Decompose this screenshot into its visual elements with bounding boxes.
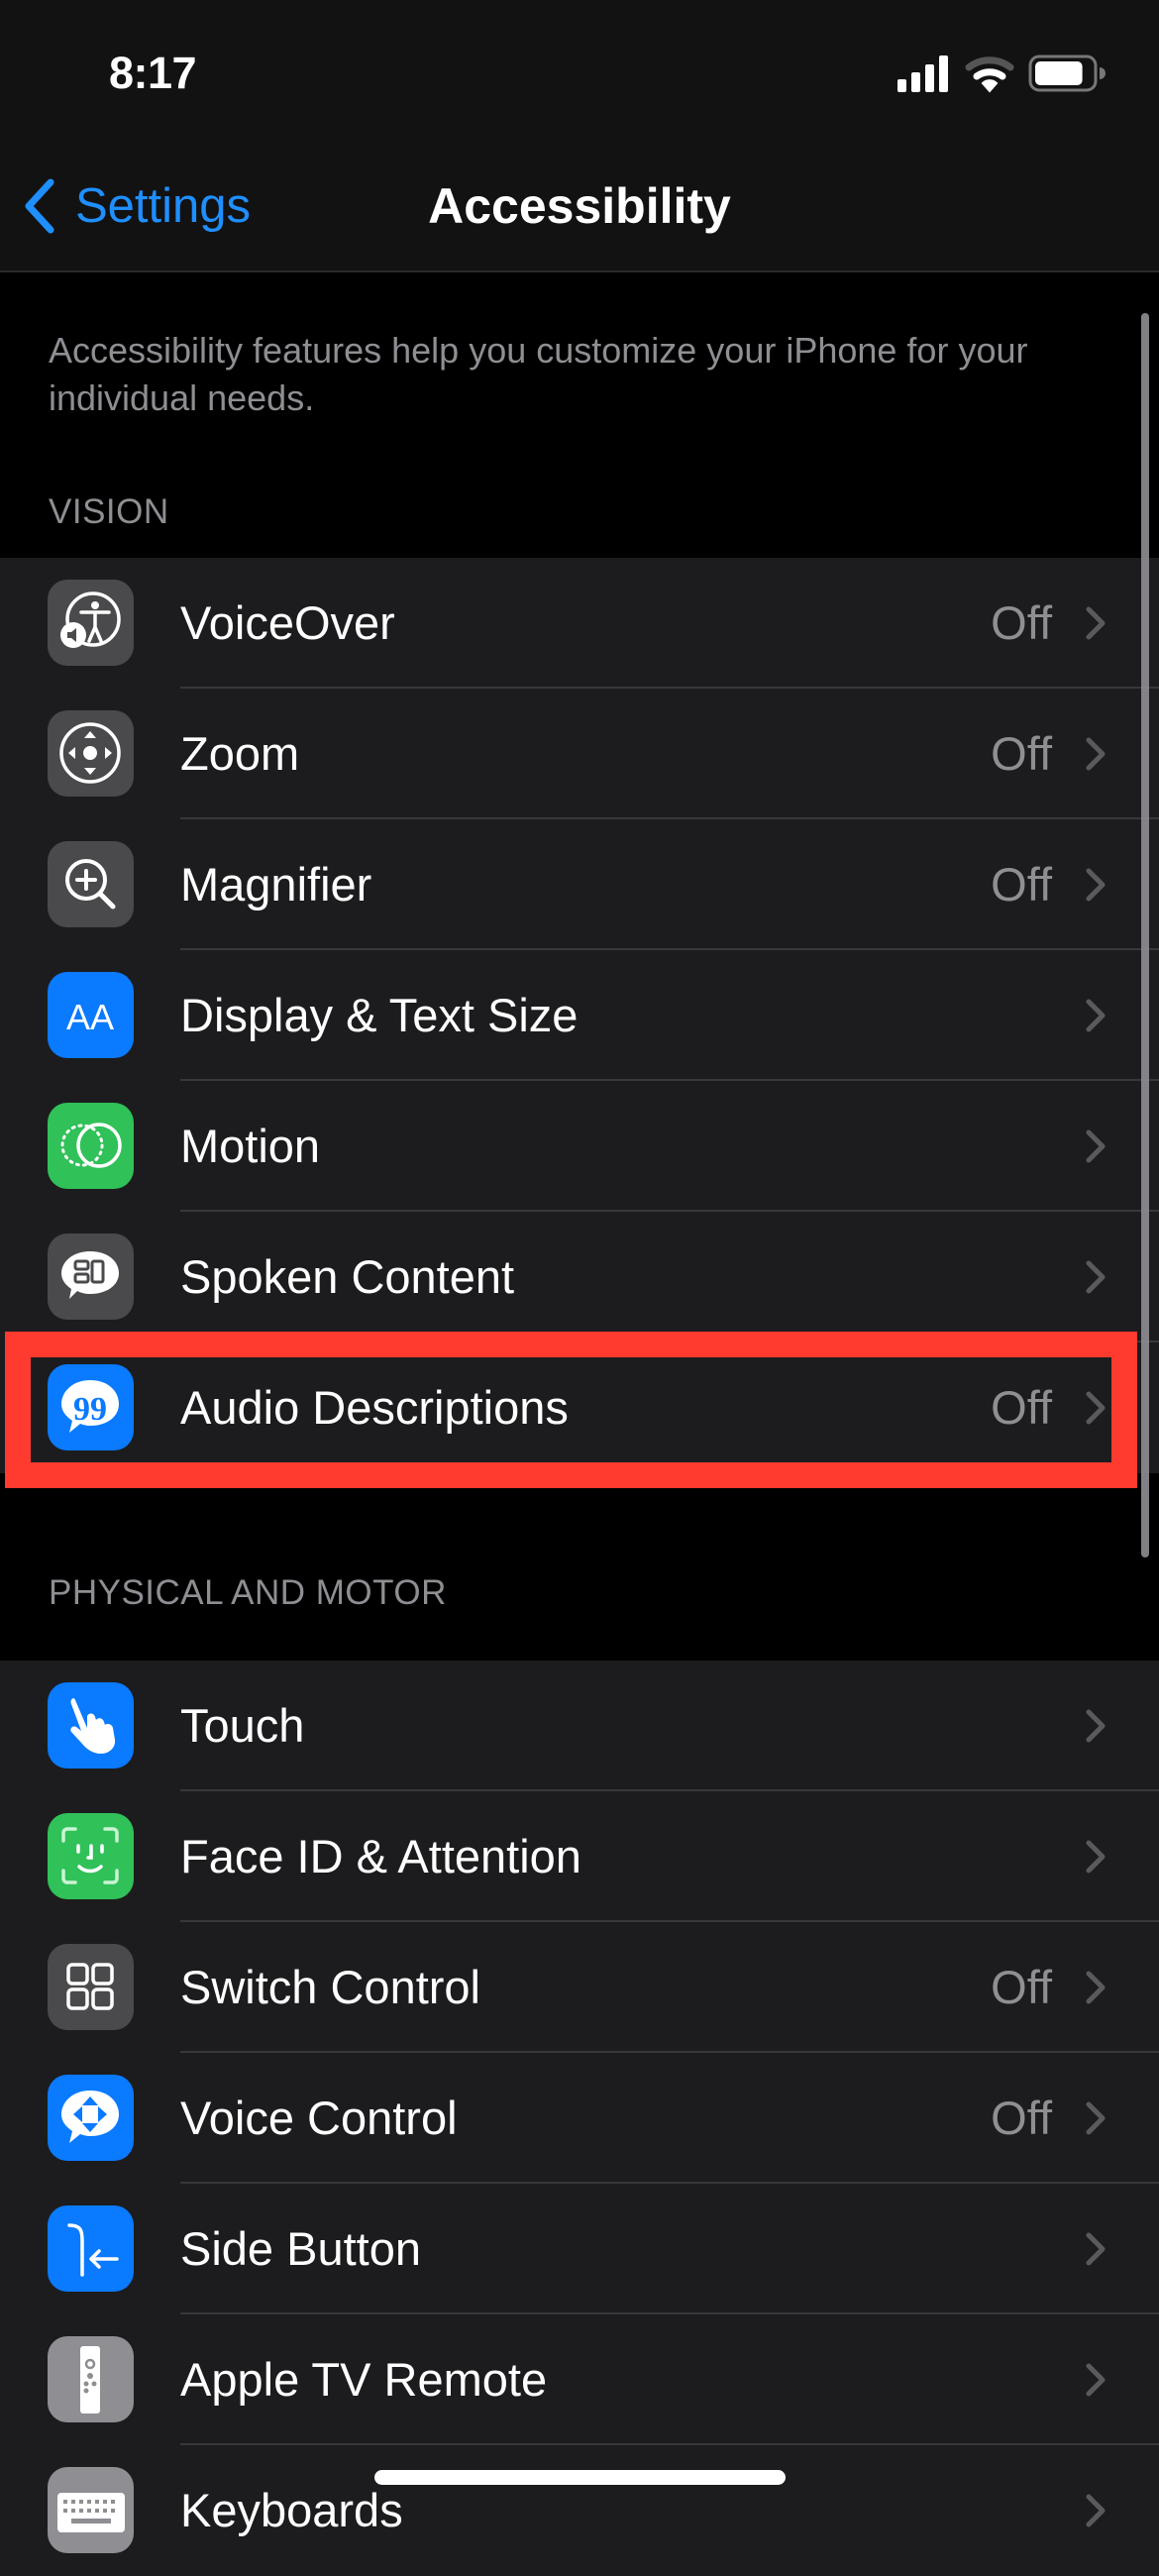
vision-settings-group: VoiceOver Off Zoom Off Magnifier Off AA Display… xyxy=(0,558,1159,1473)
spoken-content-icon xyxy=(48,1234,134,1320)
side-button-icon xyxy=(48,2205,134,2292)
settings-row-zoom[interactable]: Zoom Off xyxy=(0,689,1159,819)
status-icons xyxy=(897,54,1106,93)
motion-icon xyxy=(48,1103,134,1189)
face-id-icon xyxy=(48,1813,134,1899)
row-label: Audio Descriptions xyxy=(180,1381,569,1434)
row-label: Spoken Content xyxy=(180,1250,515,1303)
chevron-right-icon xyxy=(1086,999,1106,1032)
text-size-icon: AA xyxy=(48,972,134,1058)
settings-row-touch[interactable]: Touch xyxy=(0,1661,1159,1791)
row-label: Face ID & Attention xyxy=(180,1830,581,1882)
settings-row-display-and-text-size[interactable]: AA Display & Text Size xyxy=(0,950,1159,1081)
chevron-right-icon xyxy=(1086,2232,1106,2266)
physical-motor-settings-group: Touch Face ID & Attention Switch Control Of… xyxy=(0,1661,1159,2576)
row-label: Magnifier xyxy=(180,858,372,911)
keyboard-icon xyxy=(48,2467,134,2553)
row-label: Motion xyxy=(180,1120,321,1172)
row-value: Off xyxy=(991,727,1052,780)
row-label: VoiceOver xyxy=(180,596,395,649)
settings-row-voice-control[interactable]: Voice Control Off xyxy=(0,2053,1159,2184)
chevron-right-icon xyxy=(1086,737,1106,771)
audio-descriptions-icon: 99 xyxy=(48,1364,134,1450)
settings-row-spoken-content[interactable]: Spoken Content xyxy=(0,1212,1159,1342)
svg-text:99: 99 xyxy=(73,1391,107,1428)
chevron-right-icon xyxy=(1086,606,1106,640)
row-label: Zoom xyxy=(180,727,300,780)
svg-text:AA: AA xyxy=(66,997,114,1037)
settings-row-audio-descriptions[interactable]: 99 Audio Descriptions Off xyxy=(0,1342,1159,1473)
chevron-right-icon xyxy=(1086,2363,1106,2397)
page-title-text: Accessibility xyxy=(428,178,731,234)
scrollbar[interactable] xyxy=(1141,313,1149,1557)
navigation-bar: 8:17 Settings Accessibility xyxy=(0,0,1159,272)
row-value: Off xyxy=(991,1381,1052,1434)
chevron-right-icon xyxy=(1086,1260,1106,1294)
settings-row-switch-control[interactable]: Switch Control Off xyxy=(0,1922,1159,2053)
battery-icon xyxy=(1028,54,1106,92)
wifi-icon xyxy=(965,56,1014,93)
magnifier-icon xyxy=(48,841,134,927)
home-indicator[interactable] xyxy=(374,2470,786,2485)
chevron-right-icon xyxy=(1086,1391,1106,1425)
chevron-right-icon xyxy=(1086,2494,1106,2527)
chevron-right-icon xyxy=(1086,868,1106,902)
chevron-right-icon xyxy=(1086,2101,1106,2135)
settings-row-magnifier[interactable]: Magnifier Off xyxy=(0,819,1159,950)
apple-tv-remote-icon xyxy=(48,2336,134,2422)
row-value: Off xyxy=(991,596,1052,649)
row-label: Voice Control xyxy=(180,2092,458,2144)
row-label: Keyboards xyxy=(180,2484,403,2536)
section-header-vision: VISION xyxy=(49,492,169,531)
settings-row-keyboards[interactable]: Keyboards xyxy=(0,2445,1159,2576)
row-label: Touch xyxy=(180,1699,305,1752)
section-header-physical-motor: PHYSICAL AND MOTOR xyxy=(49,1573,447,1612)
chevron-right-icon xyxy=(1086,1840,1106,1874)
page-title: Accessibility xyxy=(0,174,1159,238)
chevron-right-icon xyxy=(1086,1709,1106,1743)
voiceover-icon xyxy=(48,580,134,666)
row-label: Switch Control xyxy=(180,1961,480,2013)
status-time: 8:17 xyxy=(109,48,197,98)
settings-row-motion[interactable]: Motion xyxy=(0,1081,1159,1212)
touch-icon xyxy=(48,1682,134,1769)
settings-row-voiceover[interactable]: VoiceOver Off xyxy=(0,558,1159,689)
row-value: Off xyxy=(991,858,1052,911)
row-label: Side Button xyxy=(180,2222,422,2275)
zoom-icon xyxy=(48,710,134,797)
row-value: Off xyxy=(991,2092,1052,2144)
settings-row-side-button[interactable]: Side Button xyxy=(0,2184,1159,2314)
voice-control-icon xyxy=(48,2075,134,2161)
row-label: Apple TV Remote xyxy=(180,2353,548,2406)
chevron-right-icon xyxy=(1086,1129,1106,1163)
row-value: Off xyxy=(991,1961,1052,2013)
switch-control-icon xyxy=(48,1944,134,2030)
cellular-signal-icon xyxy=(897,55,948,92)
row-label: Display & Text Size xyxy=(180,989,579,1041)
settings-row-apple-tv-remote[interactable]: Apple TV Remote xyxy=(0,2314,1159,2445)
page-description: Accessibility features help you customiz… xyxy=(49,330,1028,418)
settings-row-face-id-and-attention[interactable]: Face ID & Attention xyxy=(0,1791,1159,1922)
chevron-right-icon xyxy=(1086,1971,1106,2004)
